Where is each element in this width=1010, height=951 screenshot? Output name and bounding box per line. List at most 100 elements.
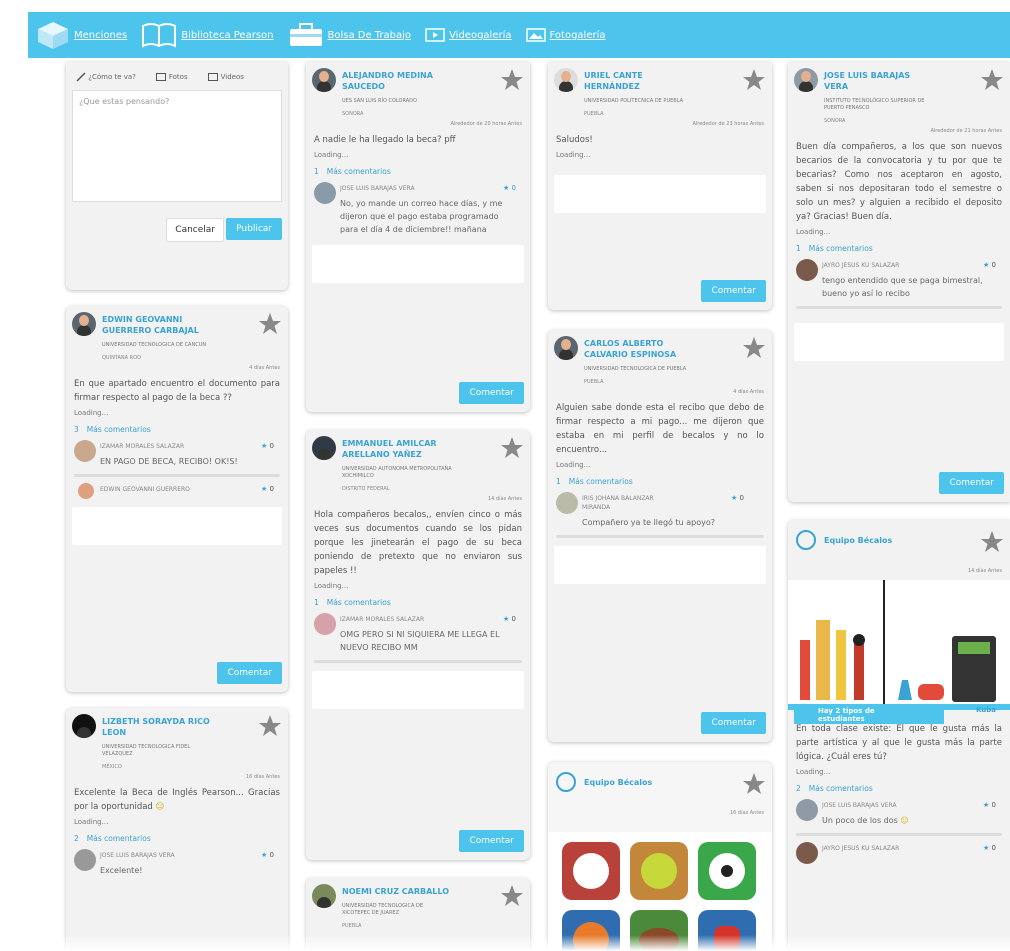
author-name[interactable]: NOEMI CRUZ CARBALLO bbox=[342, 886, 472, 897]
cancel-button[interactable]: Cancelar bbox=[166, 218, 224, 242]
more-comments-link[interactable]: 1 Más comentarios bbox=[306, 590, 530, 607]
avatar[interactable] bbox=[78, 483, 94, 499]
avatar[interactable] bbox=[72, 714, 96, 738]
more-comments-link[interactable]: 1 Más comentarios bbox=[306, 159, 530, 176]
star-icon[interactable] bbox=[500, 436, 524, 460]
star-icon[interactable] bbox=[500, 68, 524, 92]
comment-button[interactable]: Comentar bbox=[459, 382, 524, 404]
author-name[interactable]: JOSE LUIS BARAJAS VERA bbox=[824, 70, 934, 92]
comment-author[interactable]: IZAMAR MORALES SALAZAR bbox=[340, 615, 440, 624]
avatar[interactable] bbox=[312, 436, 336, 460]
loading-text: Loading... bbox=[796, 228, 831, 236]
comment-button[interactable]: Comentar bbox=[701, 712, 766, 734]
avatar[interactable] bbox=[554, 68, 578, 92]
comment-input[interactable] bbox=[554, 546, 766, 584]
author-name[interactable]: LIZBETH SORAYDA RICO LEON bbox=[102, 716, 212, 738]
star-icon[interactable] bbox=[500, 884, 524, 908]
comment-likes[interactable]: ★ 0 bbox=[503, 615, 516, 623]
star-icon: ★ bbox=[983, 844, 990, 852]
star-icon[interactable] bbox=[980, 68, 1004, 92]
more-comments-link[interactable]: 2 Más comentarios bbox=[788, 776, 1010, 793]
avatar[interactable] bbox=[74, 440, 96, 462]
comment-likes[interactable]: ★ 0 bbox=[261, 442, 274, 450]
comment-likes[interactable]: ★ 0 bbox=[261, 851, 274, 859]
avatar[interactable] bbox=[312, 884, 336, 908]
book-icon bbox=[142, 23, 177, 48]
avatar[interactable] bbox=[796, 842, 818, 864]
more-comments-link[interactable]: 1 Más comentarios bbox=[548, 469, 772, 486]
author-name[interactable]: EDWIN GEOVANNI GUERRERO CARBAJAL bbox=[102, 314, 212, 336]
comment-likes[interactable]: ★ 0 bbox=[983, 261, 996, 269]
more-comments-link[interactable]: 2 Más comentarios bbox=[66, 826, 288, 843]
tab-photos[interactable]: Fotos bbox=[155, 73, 198, 81]
post-card: EDWIN GEOVANNI GUERRERO CARBAJAL UNIVERS… bbox=[66, 306, 288, 692]
avatar[interactable] bbox=[72, 312, 96, 336]
star-icon[interactable] bbox=[980, 530, 1004, 554]
comment-input[interactable] bbox=[312, 671, 524, 709]
becalos-logo-icon[interactable] bbox=[556, 772, 576, 792]
nav-menciones[interactable]: Menciones bbox=[74, 30, 127, 41]
avatar[interactable] bbox=[556, 492, 578, 514]
like-count: 0 bbox=[511, 184, 516, 192]
loading-text: Loading... bbox=[314, 582, 349, 590]
becalos-logo-icon[interactable] bbox=[796, 530, 816, 550]
avatar[interactable] bbox=[314, 182, 336, 204]
author-name[interactable]: EMMANUEL AMILCAR ARELLANO YAÑEZ bbox=[342, 438, 452, 460]
more-comments-label: Más comentarios bbox=[808, 784, 873, 793]
more-comments-link[interactable]: 3 Más comentarios bbox=[66, 417, 288, 434]
comment-author[interactable]: JOSE LUIS BARAJAS VERA bbox=[822, 801, 922, 810]
comment-likes[interactable]: ★ 0 bbox=[731, 494, 744, 502]
comment-input[interactable] bbox=[312, 245, 524, 283]
star-icon[interactable] bbox=[742, 336, 766, 360]
comment-author[interactable]: JOSE LUIS BARAJAS VERA bbox=[340, 184, 440, 193]
comment-input[interactable] bbox=[72, 507, 282, 545]
comment-likes[interactable]: ★ 0 bbox=[503, 184, 516, 192]
comment-input[interactable] bbox=[554, 175, 766, 213]
publish-button[interactable]: Publicar bbox=[226, 218, 282, 240]
comment-button[interactable]: Comentar bbox=[701, 280, 766, 302]
comment-input[interactable] bbox=[794, 323, 1004, 361]
comment-button[interactable]: Comentar bbox=[939, 472, 1004, 494]
home-cube-icon[interactable] bbox=[36, 20, 70, 50]
avatar[interactable] bbox=[74, 849, 96, 871]
more-comments-link[interactable]: 1 Más comentarios bbox=[788, 236, 1010, 253]
star-icon[interactable] bbox=[258, 714, 282, 738]
star-icon[interactable] bbox=[258, 312, 282, 336]
nav-bolsa[interactable]: Bolsa De Trabajo bbox=[288, 23, 412, 47]
avatar[interactable] bbox=[554, 336, 578, 360]
avatar[interactable] bbox=[796, 259, 818, 281]
star-icon[interactable] bbox=[742, 772, 766, 796]
comment-likes[interactable]: ★ 0 bbox=[261, 485, 274, 493]
tab-videos[interactable]: Videos bbox=[207, 73, 254, 81]
status-textarea[interactable]: ¿Que estas pensando? bbox=[72, 90, 282, 202]
comment-button[interactable]: Comentar bbox=[459, 830, 524, 852]
comment-author[interactable]: JAYRO JESUS KU SALAZAR bbox=[822, 844, 922, 853]
comment-author[interactable]: IRIS JOHANA BALANZAR MIRANDA bbox=[582, 494, 682, 512]
star-icon[interactable] bbox=[742, 68, 766, 92]
avatar[interactable] bbox=[314, 613, 336, 635]
comment-likes[interactable]: ★ 0 bbox=[983, 844, 996, 852]
avatar[interactable] bbox=[794, 68, 818, 92]
tab-status[interactable]: ¿Cómo te va? bbox=[76, 72, 146, 82]
author-name[interactable]: URIEL CANTE HERNÁNDEZ bbox=[584, 70, 694, 92]
comment-author[interactable]: JAYRO JESUS KU SALAZAR bbox=[822, 261, 922, 270]
nav-bolsa-label: Bolsa De Trabajo bbox=[327, 29, 412, 41]
avatar[interactable] bbox=[312, 68, 336, 92]
smiley-emoji-icon: ☺ bbox=[155, 802, 165, 812]
comment-author[interactable]: JOSE LUIS BARAJAS VERA bbox=[100, 851, 200, 860]
nav-biblioteca[interactable]: Biblioteca Pearson bbox=[141, 22, 274, 48]
comment-author[interactable]: EDWIN GEOVANNI GUERRERO bbox=[100, 485, 200, 494]
nav-videogaleria[interactable]: Videogalería bbox=[425, 28, 512, 42]
author-name[interactable]: ALEJANDRO MEDINA SAUCEDO bbox=[342, 70, 452, 92]
comment-likes[interactable]: ★ 0 bbox=[983, 801, 996, 809]
author-name[interactable]: CARLOS ALBERTO CALVARIO ESPINOSA bbox=[584, 338, 694, 360]
author-name[interactable]: Equipo Bécalos bbox=[824, 536, 892, 545]
nav-fotogaleria[interactable]: Fotogalería bbox=[525, 28, 606, 42]
comment-button[interactable]: Comentar bbox=[217, 662, 282, 684]
post-message: Excelente la Beca de Inglés Pearson... G… bbox=[66, 780, 288, 814]
loading-text: Loading... bbox=[556, 151, 591, 159]
post-message: A nadie le ha llegado la beca? pff bbox=[314, 135, 456, 145]
comment-author[interactable]: IZAMAR MORALES SALAZAR bbox=[100, 442, 200, 451]
author-name[interactable]: Equipo Bécalos bbox=[584, 778, 652, 787]
avatar[interactable] bbox=[796, 799, 818, 821]
